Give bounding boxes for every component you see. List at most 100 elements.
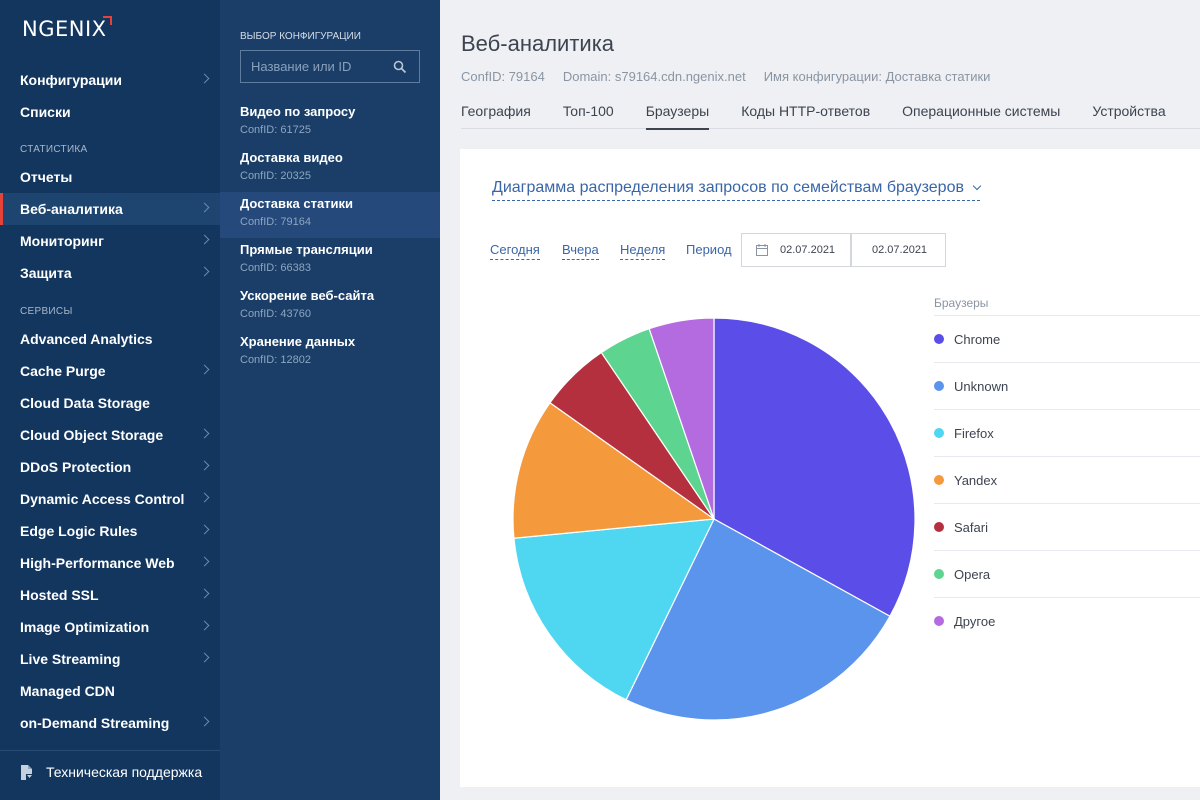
sidebar-item-label: Cloud Data Storage (20, 395, 150, 411)
legend-color-dot (934, 522, 944, 532)
chevron-right-icon (199, 588, 210, 599)
legend-item[interactable]: Unknown (934, 362, 1200, 409)
legend-label: Unknown (954, 378, 1009, 394)
config-name: Ускорение веб-сайта (240, 288, 375, 303)
sidebar-item-high-performance-web[interactable]: High-Performance Web (0, 547, 220, 579)
tab-5[interactable]: Устройства (1092, 99, 1165, 129)
sidebar-item-защита[interactable]: Защита (0, 257, 220, 289)
config-id: ConfID: 61725 (240, 124, 311, 136)
sidebar-item-ddos-protection[interactable]: DDoS Protection (0, 451, 220, 483)
legend-item[interactable]: Yandex (934, 456, 1200, 503)
config-search (240, 50, 420, 83)
legend-color-dot (934, 475, 944, 485)
tab-2[interactable]: Браузеры (645, 99, 709, 130)
sidebar-item-cache-purge[interactable]: Cache Purge (0, 355, 220, 387)
tab-4[interactable]: Операционные системы (902, 99, 1060, 129)
sidebar-item-cloud-data-storage[interactable]: Cloud Data Storage (0, 387, 220, 419)
chart-card: Диаграмма распределения запросов по семе… (460, 149, 1200, 787)
sidebar-item-label: DDoS Protection (20, 459, 132, 475)
sidebar-item-label: Мониторинг (20, 233, 104, 249)
config-name: Хранение данных (240, 334, 356, 349)
config-id: ConfID: 43760 (240, 308, 311, 320)
sidebar-item-live-streaming[interactable]: Live Streaming (0, 643, 220, 675)
sidebar-item-label: Отчеты (20, 169, 73, 185)
sidebar-item-label: Веб-аналитика (20, 201, 123, 217)
config-search-input[interactable] (251, 59, 391, 74)
sidebar-item-списки[interactable]: Списки (0, 96, 220, 128)
sidebar-item-мониторинг[interactable]: Мониторинг (0, 225, 220, 257)
chevron-right-icon (199, 428, 210, 439)
config-item[interactable]: Хранение данных ConfID: 12802 (220, 330, 440, 376)
logo-mark-icon (103, 16, 112, 25)
sidebar-item-cloud-object-storage[interactable]: Cloud Object Storage (0, 419, 220, 451)
sidebar-item-on-demand-streaming[interactable]: on-Demand Streaming (0, 707, 220, 739)
section-label-services: Сервисы (20, 306, 73, 317)
range-yesterday[interactable]: Вчера (562, 242, 599, 260)
date-from-field[interactable]: 02.07.2021 (741, 233, 851, 267)
config-item[interactable]: Ускорение веб-сайта ConfID: 43760 (220, 284, 440, 330)
tab-1[interactable]: Топ-100 (563, 99, 614, 129)
page-title: Веб-аналитика (461, 31, 615, 56)
sidebar-item-image-optimization[interactable]: Image Optimization (0, 611, 220, 643)
legend-label: Другое (954, 613, 996, 629)
config-name: Доставка статики (240, 196, 354, 211)
config-id: ConfID: 66383 (240, 262, 311, 274)
legend-item[interactable]: Safari (934, 503, 1200, 550)
config-item[interactable]: Доставка статики ConfID: 79164 (220, 192, 440, 238)
document-icon (20, 764, 33, 780)
sidebar-item-label: Live Streaming (20, 651, 121, 667)
sidebar-item-label: Cache Purge (20, 363, 106, 379)
range-week[interactable]: Неделя (620, 242, 666, 260)
support-link[interactable]: Техническая поддержка (20, 764, 202, 780)
sidebar-item-label: Hosted SSL (20, 587, 99, 603)
date-to-field[interactable]: 02.07.2021 (851, 233, 946, 267)
sidebar-item-label: Image Optimization (20, 619, 150, 635)
legend-color-dot (934, 381, 944, 391)
legend-title: Браузеры (934, 296, 989, 310)
sidebar-item-веб-аналитика[interactable]: Веб-аналитика (0, 193, 220, 225)
sidebar-item-edge-logic-rules[interactable]: Edge Logic Rules (0, 515, 220, 547)
sidebar-item-label: Edge Logic Rules (20, 523, 138, 539)
sidebar-item-managed-cdn[interactable]: Managed CDN (0, 675, 220, 707)
section-label-stats: Статистика (20, 144, 88, 155)
sidebar-item-dynamic-access-control[interactable]: Dynamic Access Control (0, 483, 220, 515)
sidebar-item-label: Dynamic Access Control (20, 491, 185, 507)
chevron-right-icon (199, 492, 210, 503)
tab-3[interactable]: Коды HTTP-ответов (741, 99, 870, 129)
legend-item[interactable]: Chrome (934, 315, 1200, 362)
tab-0[interactable]: География (461, 99, 531, 129)
date-to-value: 02.07.2021 (872, 244, 928, 256)
config-id: ConfID: 20325 (240, 170, 311, 182)
sidebar-item-label: on-Demand Streaming (20, 715, 170, 731)
config-name: Прямые трансляции (240, 242, 373, 257)
chevron-right-icon (199, 524, 210, 535)
chart-type-dropdown[interactable]: Диаграмма распределения запросов по семе… (492, 179, 982, 201)
legend-item[interactable]: Другое (934, 597, 1200, 644)
period-label: Период (686, 242, 732, 257)
sidebar-item-отчеты[interactable]: Отчеты (0, 161, 220, 193)
calendar-icon (756, 244, 768, 256)
config-item[interactable]: Доставка видео ConfID: 20325 (220, 146, 440, 192)
config-panel: Выбор конфигурации Видео по запросу ConfI… (220, 0, 440, 800)
chevron-right-icon (199, 202, 210, 213)
chevron-down-icon (972, 181, 982, 191)
date-from-value: 02.07.2021 (780, 244, 836, 256)
legend-label: Chrome (954, 331, 1001, 347)
sidebar-item-hosted-ssl[interactable]: Hosted SSL (0, 579, 220, 611)
meta-confid: ConfID: 79164 (461, 69, 545, 84)
config-item[interactable]: Видео по запросу ConfID: 61725 (220, 100, 440, 146)
range-today[interactable]: Сегодня (490, 242, 540, 260)
chevron-right-icon (199, 620, 210, 631)
sidebar-item-конфигурации[interactable]: Конфигурации (0, 64, 220, 96)
meta-domain: Domain: s79164.cdn.ngenix.net (562, 69, 746, 84)
legend-color-dot (934, 428, 944, 438)
config-item[interactable]: Прямые трансляции ConfID: 66383 (220, 238, 440, 284)
sidebar-item-label: High-Performance Web (20, 555, 175, 571)
sidebar-item-advanced-analytics[interactable]: Advanced Analytics (0, 323, 220, 355)
legend-item[interactable]: Opera (934, 550, 1200, 597)
chevron-right-icon (199, 234, 210, 245)
chevron-right-icon (199, 266, 210, 277)
legend-item[interactable]: Firefox (934, 409, 1200, 456)
logo[interactable]: NGENIX (22, 17, 107, 41)
search-icon[interactable] (393, 60, 407, 74)
